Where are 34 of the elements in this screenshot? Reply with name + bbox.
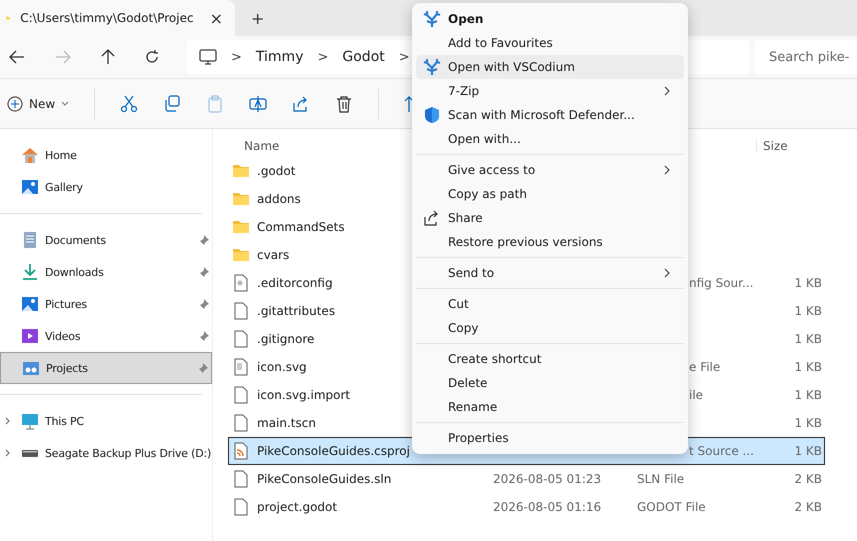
file-size: 1 KB bbox=[794, 444, 822, 458]
file-size: 1 KB bbox=[794, 332, 822, 346]
file-size: 1 KB bbox=[794, 276, 822, 290]
file-size: 1 KB bbox=[794, 304, 822, 318]
file-size: 2 KB bbox=[794, 500, 822, 514]
breadcrumb-separator: > bbox=[317, 50, 328, 64]
file-name: cvars bbox=[257, 248, 290, 262]
file-size: 2 KB bbox=[794, 472, 822, 486]
file-name: PikeConsoleGuides.sln bbox=[257, 472, 392, 486]
file-type: ile bbox=[689, 388, 704, 402]
file-name: icon.svg.import bbox=[257, 388, 350, 402]
file-size: 1 KB bbox=[794, 416, 822, 430]
breadcrumb-separator: > bbox=[231, 50, 242, 64]
file-name: project.godot bbox=[257, 500, 338, 514]
file-type: nfig Sour... bbox=[689, 276, 754, 290]
file-name: .gitattributes bbox=[257, 304, 336, 318]
file-name: .gitignore bbox=[257, 332, 314, 346]
file-name: .godot bbox=[257, 164, 296, 178]
breadcrumb-separator: > bbox=[398, 50, 410, 64]
file-name: CommandSets bbox=[257, 220, 345, 234]
file-type: t Source ... bbox=[689, 444, 754, 458]
file-name: PikeConsoleGuides.csproj bbox=[257, 444, 410, 458]
file-date: 2026-08-05 01:23 bbox=[493, 472, 602, 486]
file-name: addons bbox=[257, 192, 301, 206]
file-size: 1 KB bbox=[794, 388, 822, 402]
file-size: 1 KB bbox=[794, 360, 822, 374]
file-type: SLN File bbox=[637, 472, 684, 486]
file-name: .editorconfig bbox=[257, 276, 333, 290]
tab-title: C:\Users\timmy\Godot\Projec bbox=[20, 11, 194, 25]
file-date: 2026-08-05 01:16 bbox=[493, 500, 602, 514]
file-name: icon.svg bbox=[257, 360, 307, 374]
file-name: main.tscn bbox=[257, 416, 316, 430]
file-type: GODOT File bbox=[637, 500, 706, 514]
file-type: e File bbox=[689, 360, 720, 374]
